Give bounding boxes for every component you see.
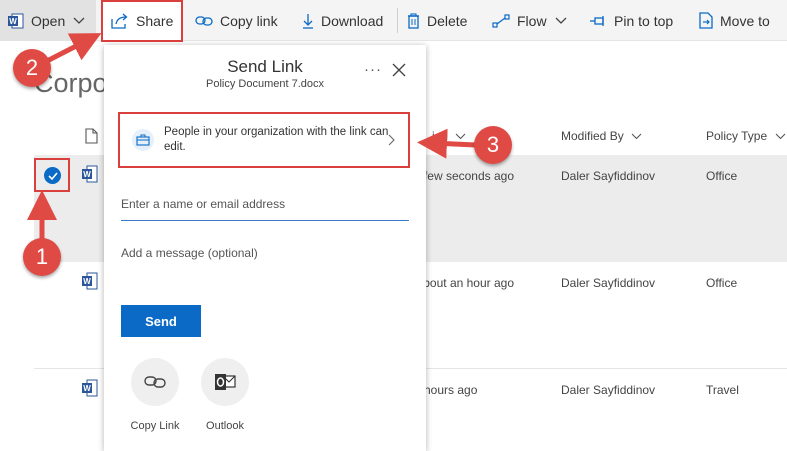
more-icon: ··· — [364, 60, 382, 78]
word-icon: W — [8, 13, 24, 29]
column-header-modified-by-label: Modified By — [561, 129, 624, 143]
chevron-down-icon — [631, 133, 642, 140]
chevron-down-icon — [455, 133, 466, 140]
annotation-step-2-badge: 2 — [13, 49, 51, 87]
pin-icon — [589, 15, 607, 27]
annotation-arrow-2 — [43, 33, 102, 65]
move-icon — [699, 12, 713, 29]
send-button[interactable]: Send — [121, 305, 201, 337]
close-icon — [392, 63, 406, 77]
column-header-policy-type-label: Policy Type — [706, 129, 768, 143]
link-icon — [195, 15, 213, 27]
send-link-dialog: Send Link Policy Document 7.docx ··· Peo… — [104, 45, 426, 451]
copy-link-button[interactable]: Copy link — [195, 0, 278, 41]
cell-modified-by: Daler Sayfiddinov — [561, 169, 656, 183]
more-options-button[interactable]: ··· — [362, 59, 384, 79]
word-doc-icon: W — [82, 379, 98, 402]
chevron-down-icon — [73, 17, 85, 25]
cell-modified-by: Daler Sayfiddinov — [561, 276, 656, 290]
message-input[interactable]: Add a message (optional) — [121, 246, 409, 264]
annotation-checkbox-highlight — [34, 158, 70, 192]
link-icon — [131, 358, 179, 406]
chevron-down-icon — [775, 133, 785, 140]
cell-modified: bout an hour ago — [424, 276, 514, 290]
svg-text:W: W — [9, 17, 17, 26]
cell-policy-type: Office — [706, 169, 738, 183]
column-header-modified-by[interactable]: Modified By — [561, 129, 642, 143]
recipient-input[interactable]: Enter a name or email address — [121, 197, 409, 221]
move-label: Move to — [720, 12, 770, 29]
column-header-policy-type[interactable]: Policy Type — [706, 129, 786, 143]
flow-label: Flow — [517, 12, 547, 29]
pin-label: Pin to top — [614, 12, 674, 29]
svg-text:W: W — [83, 170, 91, 179]
flow-button[interactable]: Flow — [492, 0, 567, 41]
trash-icon — [407, 12, 420, 29]
chevron-down-icon — [555, 17, 567, 25]
annotation-step-1-badge: 1 — [23, 238, 61, 276]
svg-text:W: W — [83, 277, 91, 286]
delete-label: Delete — [427, 12, 468, 29]
annotation-arrow-3 — [417, 128, 477, 159]
copy-link-option[interactable]: Copy Link — [120, 358, 190, 432]
open-button[interactable]: W Open — [0, 0, 96, 41]
cell-policy-type: Office — [706, 276, 738, 290]
toolbar-divider — [397, 8, 398, 33]
download-button[interactable]: Download — [302, 0, 383, 41]
dialog-subtitle: Policy Document 7.docx — [206, 78, 324, 90]
cell-modified: few seconds ago — [424, 169, 514, 183]
svg-text:W: W — [83, 384, 91, 393]
file-type-icon — [85, 128, 98, 149]
move-to-button[interactable]: Move to — [699, 0, 770, 41]
cell-modified-by: Daler Sayfiddinov — [561, 383, 656, 397]
annotation-share-highlight — [101, 0, 183, 42]
pin-to-top-button[interactable]: Pin to top — [589, 0, 673, 41]
column-header-modified-label: ied — [432, 129, 449, 143]
copy-link-option-label: Copy Link — [130, 420, 180, 432]
copy-link-label: Copy link — [220, 12, 278, 29]
annotation-step-3-badge: 3 — [474, 126, 512, 164]
cell-policy-type: Travel — [706, 383, 739, 397]
flow-icon — [492, 13, 510, 28]
annotation-link-settings-highlight — [118, 112, 410, 168]
word-doc-icon: W — [82, 165, 98, 188]
delete-button[interactable]: Delete — [407, 0, 467, 41]
outlook-option-label: Outlook — [206, 420, 244, 432]
column-header-modified[interactable]: ied — [432, 129, 466, 143]
outlook-icon — [201, 358, 249, 406]
cell-modified: hours ago — [424, 383, 478, 397]
open-label: Open — [31, 12, 66, 29]
download-label: Download — [321, 12, 384, 29]
download-icon — [302, 13, 314, 29]
word-doc-icon: W — [82, 272, 98, 295]
close-button[interactable] — [392, 63, 408, 79]
outlook-option[interactable]: Outlook — [190, 358, 260, 432]
